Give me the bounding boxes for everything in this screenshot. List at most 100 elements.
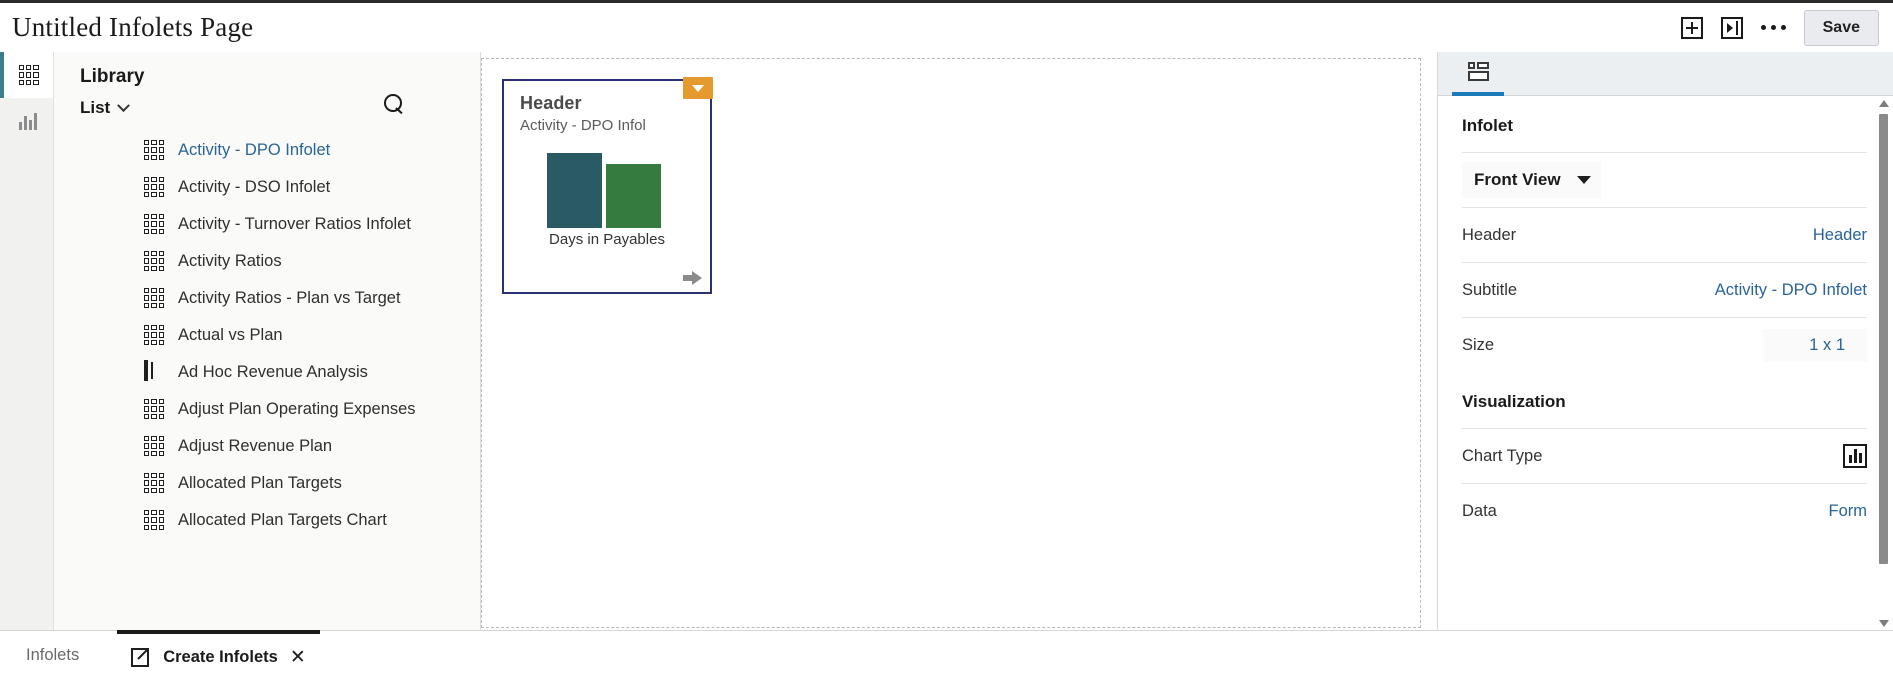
property-row-header: Header Header bbox=[1462, 207, 1867, 262]
top-bar: Untitled Infolets Page Save bbox=[0, 0, 1893, 52]
section-title-infolet: Infolet bbox=[1462, 116, 1513, 135]
infolet-card-dropdown-button[interactable] bbox=[683, 77, 713, 99]
grid-icon bbox=[144, 325, 165, 346]
top-bar-actions: Save bbox=[1680, 9, 1893, 46]
grid-icon bbox=[144, 436, 165, 457]
property-label-subtitle: Subtitle bbox=[1462, 280, 1518, 299]
bottom-bar-label[interactable]: Infolets bbox=[14, 646, 117, 665]
property-value-header[interactable]: Header bbox=[1813, 226, 1867, 245]
page-title: Untitled Infolets Page bbox=[12, 12, 254, 42]
caret-down-icon bbox=[692, 84, 704, 92]
view-selector-row: Front View bbox=[1462, 152, 1867, 207]
library-list-item-label: Activity Ratios - Plan vs Target bbox=[178, 289, 401, 307]
property-row-subtitle: Subtitle Activity - DPO Infolet bbox=[1462, 262, 1867, 317]
tab-infolet-properties[interactable] bbox=[1452, 52, 1504, 96]
bottom-taskbar: Infolets Create Infolets ✕ bbox=[0, 630, 1893, 680]
grid-icon bbox=[18, 65, 39, 85]
library-panel: Library List Activity - DPO Infolet Activ… bbox=[54, 52, 481, 630]
front-view-select[interactable]: Front View bbox=[1462, 162, 1601, 198]
view-mode-dropdown[interactable]: List bbox=[80, 98, 131, 118]
front-view-select-value: Front View bbox=[1474, 170, 1561, 189]
rail-item-charts[interactable] bbox=[0, 98, 53, 144]
rail-item-library[interactable] bbox=[0, 52, 53, 98]
grid-icon bbox=[144, 399, 165, 420]
scroll-up-icon[interactable] bbox=[1877, 96, 1890, 110]
properties-tabbar bbox=[1438, 52, 1893, 96]
chart-bar bbox=[606, 164, 661, 228]
library-title: Library bbox=[80, 66, 145, 87]
library-list-item[interactable]: Activity Ratios bbox=[54, 243, 480, 280]
property-row-size: Size 1 x 1 bbox=[1462, 317, 1867, 372]
size-select-value: 1 x 1 bbox=[1809, 335, 1845, 354]
scroll-down-icon[interactable] bbox=[1877, 616, 1890, 630]
more-options-icon[interactable] bbox=[1760, 25, 1786, 30]
property-label-header: Header bbox=[1462, 225, 1517, 244]
infolet-card-subtitle: Activity - DPO Infol bbox=[520, 117, 646, 134]
edit-page-icon bbox=[131, 647, 151, 667]
property-value-data[interactable]: Form bbox=[1829, 502, 1868, 521]
library-list-item[interactable]: Activity - DSO Infolet bbox=[54, 169, 480, 206]
collapse-right-icon bbox=[1720, 16, 1743, 39]
infolet-card-chart bbox=[547, 153, 667, 228]
library-list-item[interactable]: Activity Ratios - Plan vs Target bbox=[54, 280, 480, 317]
section-title-visualization: Visualization bbox=[1462, 392, 1566, 411]
library-list-item[interactable]: Adjust Plan Operating Expenses bbox=[54, 391, 480, 428]
properties-panel: Infolet Front View Header Header Subtitl… bbox=[1437, 52, 1893, 630]
library-list-item[interactable]: Allocated Plan Targets Chart bbox=[54, 502, 480, 539]
library-list-item[interactable]: Allocated Plan Targets bbox=[54, 465, 480, 502]
library-toolbar: List bbox=[54, 88, 480, 118]
grid-icon bbox=[144, 177, 165, 198]
form-icon bbox=[144, 360, 165, 383]
collapse-panel-icon[interactable] bbox=[1720, 16, 1743, 39]
library-list-item-label: Activity - Turnover Ratios Infolet bbox=[178, 215, 411, 233]
property-row-data: Data Form bbox=[1462, 483, 1867, 538]
view-mode-label: List bbox=[80, 98, 111, 117]
property-value-subtitle[interactable]: Activity - DPO Infolet bbox=[1715, 281, 1867, 300]
library-list-item[interactable]: Ad Hoc Revenue Analysis bbox=[54, 354, 480, 391]
bottom-tab-create-infolets[interactable]: Create Infolets ✕ bbox=[117, 630, 320, 680]
scrollbar-thumb[interactable] bbox=[1879, 114, 1888, 564]
add-infolet-icon[interactable] bbox=[1680, 16, 1703, 39]
properties-scrollbar[interactable] bbox=[1877, 96, 1890, 630]
property-label-data: Data bbox=[1462, 501, 1497, 520]
library-list-item-label: Adjust Plan Operating Expenses bbox=[178, 400, 416, 418]
grid-icon bbox=[144, 251, 165, 272]
infolet-card[interactable]: Header Activity - DPO Infol Days in Paya… bbox=[502, 77, 713, 294]
library-list-item-label: Activity - DPO Infolet bbox=[178, 141, 331, 159]
save-button[interactable]: Save bbox=[1803, 9, 1879, 46]
caret-down-icon bbox=[1576, 176, 1591, 184]
chart-bar bbox=[547, 153, 602, 228]
left-icon-rail bbox=[0, 52, 54, 630]
close-icon[interactable]: ✕ bbox=[290, 648, 306, 667]
infolet-card-axis-label: Days in Payables bbox=[549, 231, 665, 248]
infolet-canvas[interactable]: Header Activity - DPO Infol Days in Paya… bbox=[481, 58, 1421, 628]
bar-chart-icon bbox=[18, 112, 39, 130]
library-list-item[interactable]: Activity - DPO Infolet bbox=[54, 132, 480, 169]
property-row-chart-type: Chart Type bbox=[1462, 428, 1867, 483]
library-list-item-label: Adjust Revenue Plan bbox=[178, 437, 333, 455]
library-item-list: Activity - DPO Infolet Activity - DSO Inf… bbox=[54, 132, 480, 539]
plus-box-icon bbox=[1680, 16, 1703, 39]
library-list-item[interactable]: Adjust Revenue Plan bbox=[54, 428, 480, 465]
infolet-card-flip-arrow-icon[interactable] bbox=[683, 271, 702, 285]
layout-icon bbox=[1467, 62, 1489, 81]
infolet-card-header: Header bbox=[520, 93, 582, 113]
grid-icon bbox=[144, 140, 165, 161]
library-list-item-label: Ad Hoc Revenue Analysis bbox=[178, 363, 368, 381]
library-list-item-label: Allocated Plan Targets bbox=[178, 474, 342, 492]
chevron-down-icon bbox=[117, 98, 131, 112]
grid-icon bbox=[144, 473, 165, 494]
library-list-item-label: Actual vs Plan bbox=[178, 326, 283, 344]
library-list-item[interactable]: Actual vs Plan bbox=[54, 317, 480, 354]
grid-icon bbox=[144, 510, 165, 531]
size-select[interactable]: 1 x 1 bbox=[1763, 328, 1867, 362]
library-list-item[interactable]: Activity - Turnover Ratios Infolet bbox=[54, 206, 480, 243]
bottom-tab-label: Create Infolets bbox=[163, 647, 278, 666]
property-label-chart-type: Chart Type bbox=[1462, 446, 1543, 465]
grid-icon bbox=[144, 288, 165, 309]
bar-chart-icon[interactable] bbox=[1843, 444, 1867, 468]
library-list-item-label: Activity Ratios bbox=[178, 252, 282, 270]
library-list-item-label: Activity - DSO Infolet bbox=[178, 178, 331, 196]
property-label-size: Size bbox=[1462, 335, 1495, 354]
properties-body: Infolet Front View Header Header Subtitl… bbox=[1438, 96, 1893, 630]
